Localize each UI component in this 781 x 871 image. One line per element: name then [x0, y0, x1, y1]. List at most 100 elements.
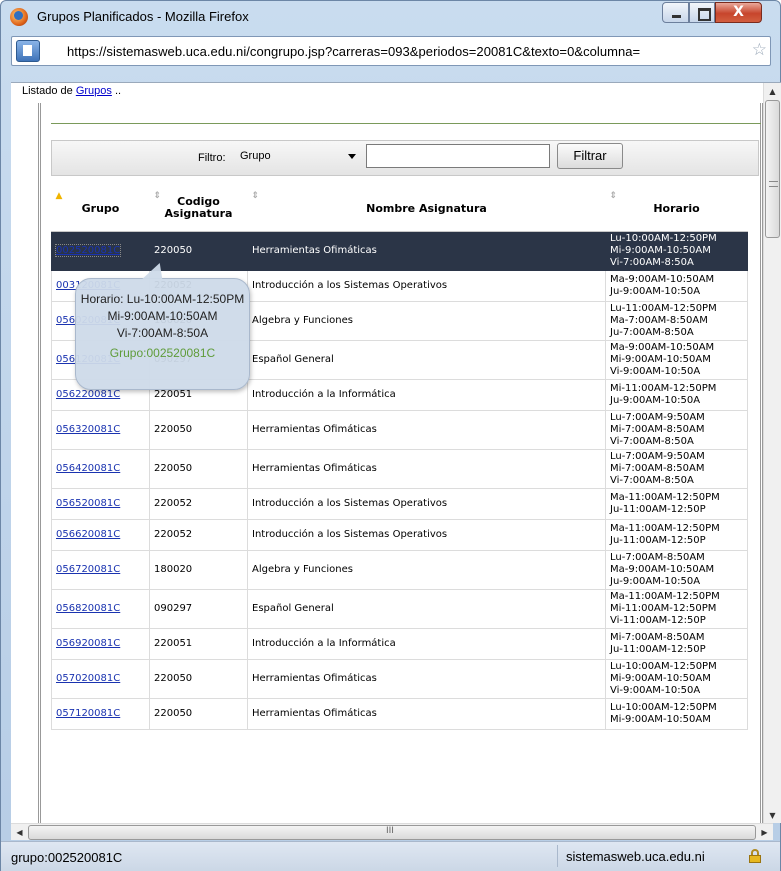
- horario-line: Mi-9:00AM-10:50AM: [610, 244, 711, 256]
- filter-select[interactable]: Grupo: [236, 147, 364, 167]
- cell-nombre: Español General: [247, 339, 606, 380]
- column-header-grupo[interactable]: ▲ Grupo: [51, 186, 150, 232]
- table-row[interactable]: 057120081C 220050 Herramientas Ofimáticas L…: [51, 697, 748, 730]
- cell-horario: Mi-7:00AM-8:50AM Ju-11:00AM-12:50P: [605, 627, 748, 660]
- vertical-scrollbar[interactable]: ▲ ▼: [763, 83, 781, 823]
- scroll-down-arrow-icon[interactable]: ▼: [764, 807, 781, 823]
- column-header-codigo[interactable]: ⇕ Codigo Asignatura: [149, 186, 248, 232]
- scroll-right-arrow-icon[interactable]: ▶: [756, 824, 773, 841]
- horario-line: Lu-10:00AM-12:50PM: [610, 660, 717, 672]
- table-row[interactable]: 057020081C 220050 Herramientas Ofimáticas L…: [51, 658, 748, 699]
- cell-grupo: 002520081C: [51, 230, 150, 271]
- star-icon[interactable]: ☆: [752, 40, 767, 60]
- cell-nombre: Introducción a los Sistemas Operativos: [247, 487, 606, 520]
- cell-grupo: 057020081C: [51, 658, 150, 699]
- cell-grupo: 056820081C: [51, 588, 150, 629]
- grupo-link[interactable]: 056620081C: [56, 529, 120, 540]
- breadcrumb-link-grupos[interactable]: Grupos: [76, 85, 112, 97]
- schedule-tooltip: Horario: Lu-10:00AM-12:50PM Mi-9:00AM-10…: [75, 263, 250, 390]
- horario-line: Vi-7:00AM-8:50A: [610, 435, 694, 447]
- table-row[interactable]: 056620081C 220052 Introducción a los Siste…: [51, 518, 748, 551]
- table-row[interactable]: 056920081C 220051 Introducción a la Inform…: [51, 627, 748, 660]
- url-text[interactable]: https://sistemasweb.uca.edu.ni/congrupo.…: [67, 44, 640, 59]
- sort-icon: ⇕: [609, 191, 618, 201]
- grupo-link[interactable]: 056320081C: [56, 424, 120, 435]
- maximize-button[interactable]: [689, 2, 715, 23]
- table-header-row: ▲ Grupo ⇕ Codigo Asignatura ⇕ Nombre Asigna…: [51, 186, 748, 232]
- horario-line: Ju-11:00AM-12:50P: [610, 534, 706, 546]
- column-header-nombre[interactable]: ⇕ Nombre Asignatura: [247, 186, 606, 232]
- horario-line: Ju-9:00AM-10:50A: [610, 575, 701, 587]
- breadcrumb-suffix: ..: [111, 85, 122, 97]
- horizontal-scrollbar[interactable]: ◀ III ▶: [11, 823, 773, 840]
- cell-horario: Ma-11:00AM-12:50PM Mi-11:00AM-12:50PM Vi-1…: [605, 588, 748, 629]
- column-header-horario[interactable]: ⇕ Horario: [605, 186, 748, 232]
- cell-grupo: 056920081C: [51, 627, 150, 660]
- grupo-link[interactable]: 056920081C: [56, 638, 120, 649]
- cell-horario: Ma-9:00AM-10:50AM Mi-9:00AM-10:50AM Vi-9:0…: [605, 339, 748, 380]
- horario-line: Lu-7:00AM-9:50AM: [610, 411, 705, 423]
- grupo-link[interactable]: 002520081C: [54, 244, 122, 257]
- horario-line: Mi-9:00AM-10:50AM: [610, 713, 711, 725]
- cell-codigo: 220052: [149, 487, 248, 520]
- filter-bar: Filtro: Grupo Filtrar: [51, 140, 759, 176]
- table-row[interactable]: 056820081C 090297 Español General Ma-11:00A…: [51, 588, 748, 629]
- cell-horario: Lu-10:00AM-12:50PM Mi-9:00AM-10:50AM Vi-7:…: [605, 230, 748, 271]
- grupo-link[interactable]: 056720081C: [56, 564, 120, 575]
- table-row[interactable]: 056320081C 220050 Herramientas Ofimáticas L…: [51, 409, 748, 450]
- horario-line: Vi-9:00AM-10:50A: [610, 684, 701, 696]
- horizontal-scroll-thumb[interactable]: III: [28, 825, 756, 840]
- grupo-link[interactable]: 057020081C: [56, 673, 120, 684]
- filter-input[interactable]: [366, 144, 550, 168]
- horario-line: Lu-11:00AM-12:50PM: [610, 302, 717, 314]
- site-identity-icon[interactable]: [16, 40, 40, 62]
- table-row[interactable]: 056720081C 180020 Algebra y Funciones Lu-7:…: [51, 549, 748, 590]
- horario-line: Lu-10:00AM-12:50PM: [610, 232, 717, 244]
- scroll-left-arrow-icon[interactable]: ◀: [11, 824, 28, 841]
- grupo-link[interactable]: 056220081C: [56, 389, 120, 400]
- filter-button[interactable]: Filtrar: [557, 143, 623, 169]
- cell-horario: Mi-11:00AM-12:50PM Ju-9:00AM-10:50A: [605, 378, 748, 411]
- window-title: Grupos Planificados - Mozilla Firefox: [37, 9, 249, 24]
- close-button[interactable]: X: [715, 2, 762, 23]
- grupo-link[interactable]: 057120081C: [56, 708, 120, 719]
- filter-label: Filtro:: [198, 152, 226, 164]
- grupo-link[interactable]: 056820081C: [56, 603, 120, 614]
- sort-icon: ⇕: [251, 191, 260, 201]
- table-row[interactable]: 056420081C 220050 Herramientas Ofimáticas L…: [51, 448, 748, 489]
- address-bar[interactable]: https://sistemasweb.uca.edu.ni/congrupo.…: [11, 36, 771, 66]
- horario-line: Lu-10:00AM-12:50PM: [610, 701, 717, 713]
- minimize-button[interactable]: [662, 2, 689, 23]
- tooltip-line: Mi-9:00AM-10:50AM: [107, 309, 218, 323]
- table-row[interactable]: 056520081C 220052 Introducción a los Siste…: [51, 487, 748, 520]
- cell-grupo: 057120081C: [51, 697, 150, 730]
- lock-icon[interactable]: [749, 849, 761, 863]
- cell-horario: Lu-10:00AM-12:50PM Mi-9:00AM-10:50AM: [605, 697, 748, 730]
- cell-codigo: 220050: [149, 697, 248, 730]
- grupo-link[interactable]: 056420081C: [56, 463, 120, 474]
- cell-horario: Lu-11:00AM-12:50PM Ma-7:00AM-8:50AM Ju-7:0…: [605, 300, 748, 341]
- cell-codigo: 220050: [149, 448, 248, 489]
- cell-grupo: 056420081C: [51, 448, 150, 489]
- cell-nombre: Introducción a la Informática: [247, 378, 606, 411]
- status-text: grupo:002520081C: [11, 850, 123, 865]
- cell-nombre: Herramientas Ofimáticas: [247, 658, 606, 699]
- cell-nombre: Algebra y Funciones: [247, 549, 606, 590]
- status-domain: sistemasweb.uca.edu.ni: [557, 845, 713, 867]
- horario-line: Mi-7:00AM-8:50AM: [610, 631, 705, 643]
- divider: [51, 123, 761, 124]
- cell-grupo: 056320081C: [51, 409, 150, 450]
- horario-line: Ma-9:00AM-10:50AM: [610, 273, 715, 285]
- cell-grupo: 056720081C: [51, 549, 150, 590]
- horario-line: Ju-9:00AM-10:50A: [610, 285, 701, 297]
- page-content: Listado de Grupos .. Filtro: Grupo Filtr…: [11, 82, 781, 823]
- grupo-link[interactable]: 056520081C: [56, 498, 120, 509]
- tooltip-grupo: Grupo:002520081C: [109, 346, 216, 360]
- header-nombre-label: Nombre Asignatura: [366, 201, 487, 215]
- sort-icon: ⇕: [153, 191, 162, 201]
- cell-grupo: 056520081C: [51, 487, 150, 520]
- scroll-up-arrow-icon[interactable]: ▲: [764, 83, 781, 100]
- horario-line: Ma-11:00AM-12:50PM: [610, 590, 720, 602]
- scroll-thumb[interactable]: [765, 100, 780, 238]
- cell-horario: Lu-7:00AM-9:50AM Mi-7:00AM-8:50AM Vi-7:00A…: [605, 448, 748, 489]
